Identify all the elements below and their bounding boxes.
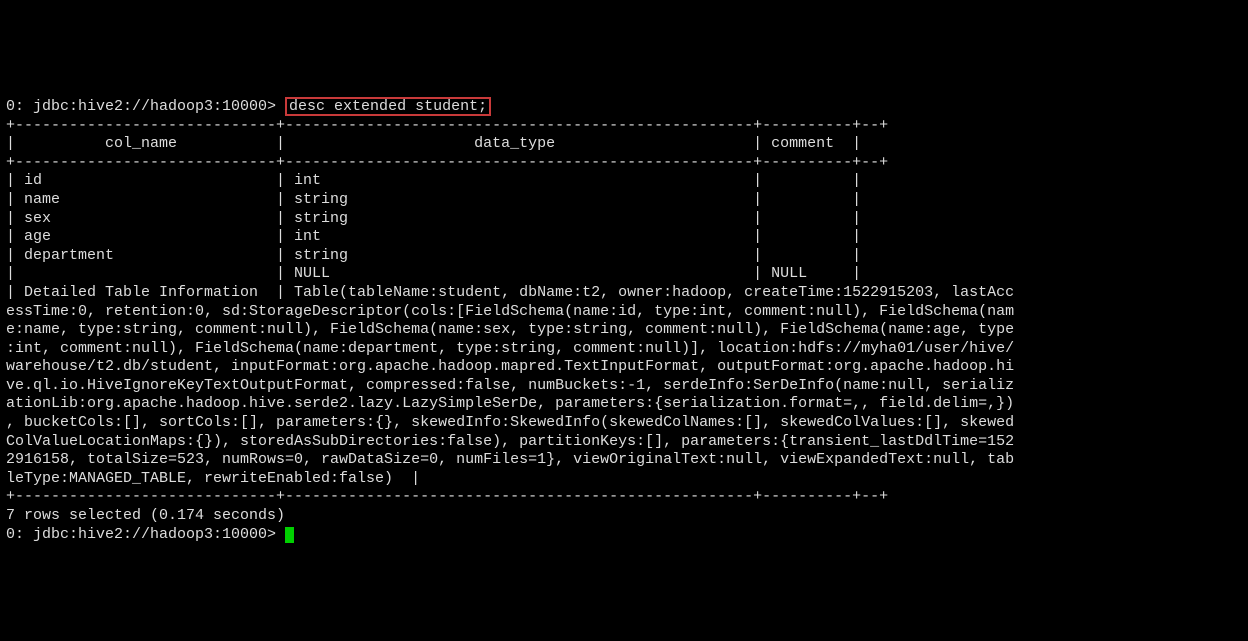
detailed-line: leType:MANAGED_TABLE, rewriteEnabled:fal… — [6, 470, 420, 487]
detailed-line: ve.ql.io.HiveIgnoreKeyTextOutputFormat, … — [6, 377, 1014, 394]
detailed-line: ColValueLocationMaps:{}), storedAsSubDir… — [6, 433, 1014, 450]
result-summary: 7 rows selected (0.174 seconds) — [6, 507, 285, 524]
detailed-line: 2916158, totalSize=523, numRows=0, rawDa… — [6, 451, 1014, 468]
table-row: | id | int | | — [6, 172, 861, 189]
detailed-line: , bucketCols:[], sortCols:[], parameters… — [6, 414, 1014, 431]
prompt-prefix: 0: jdbc:hive2://hadoop3:10000> — [6, 526, 285, 543]
table-row: | sex | string | | — [6, 210, 861, 227]
table-row: | department | string | | — [6, 247, 861, 264]
table-rule: +-----------------------------+---------… — [6, 488, 888, 505]
table-row: | age | int | | — [6, 228, 861, 245]
table-header: | col_name | data_type | comment | — [6, 135, 861, 152]
detailed-line: essTime:0, retention:0, sd:StorageDescri… — [6, 303, 1014, 320]
detailed-line: | Detailed Table Information | Table(tab… — [6, 284, 1014, 301]
terminal-output: 0: jdbc:hive2://hadoop3:10000> desc exte… — [6, 78, 1242, 544]
table-row: | | NULL | NULL | — [6, 265, 861, 282]
detailed-line: e:name, type:string, comment:null), Fiel… — [6, 321, 1014, 338]
prompt-prefix: 0: jdbc:hive2://hadoop3:10000> — [6, 98, 285, 115]
prompt-line[interactable]: 0: jdbc:hive2://hadoop3:10000> desc exte… — [6, 98, 491, 115]
detailed-line: warehouse/t2.db/student, inputFormat:org… — [6, 358, 1014, 375]
table-rule: +-----------------------------+---------… — [6, 117, 888, 134]
detailed-line: :int, comment:null), FieldSchema(name:de… — [6, 340, 1014, 357]
highlighted-command: desc extended student; — [285, 97, 491, 116]
table-rule: +-----------------------------+---------… — [6, 154, 888, 171]
prompt-line-2[interactable]: 0: jdbc:hive2://hadoop3:10000> — [6, 526, 294, 543]
detailed-line: ationLib:org.apache.hadoop.hive.serde2.l… — [6, 395, 1014, 412]
cursor-icon — [285, 527, 294, 543]
table-row: | name | string | | — [6, 191, 861, 208]
